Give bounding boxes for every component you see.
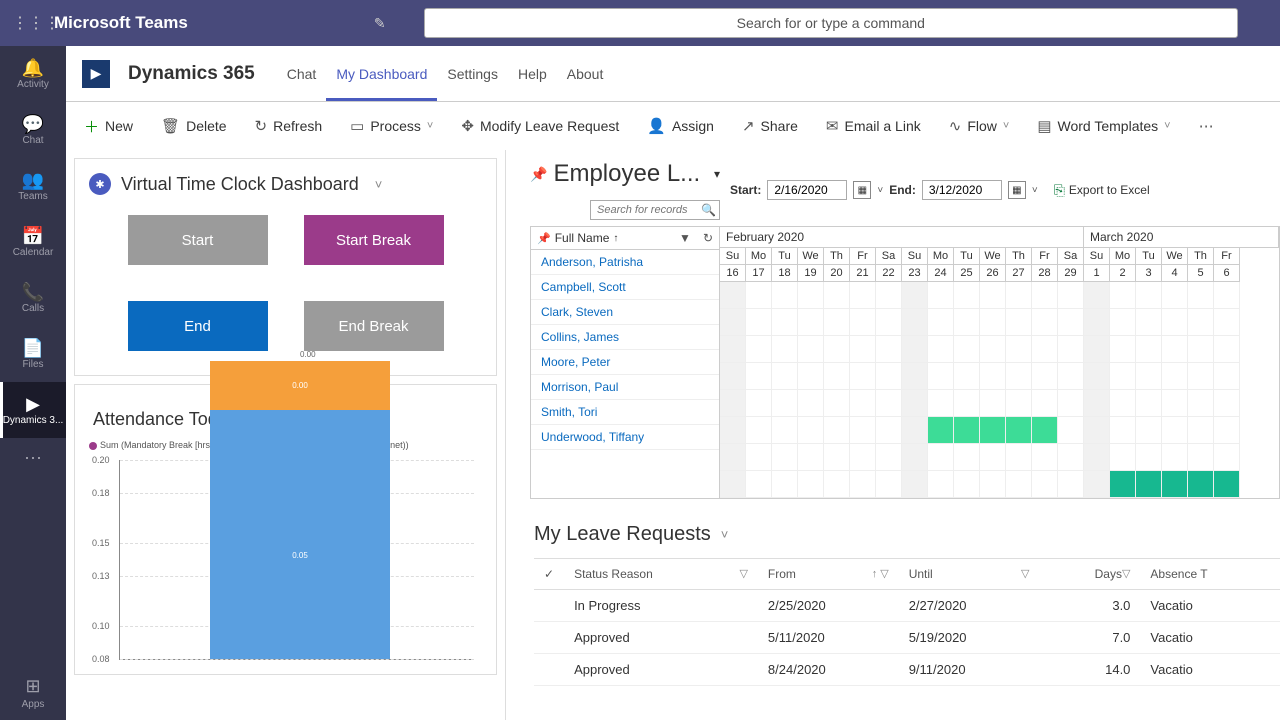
employee-row[interactable]: Underwood, Tiffany xyxy=(531,425,719,450)
tab-my-dashboard[interactable]: My Dashboard xyxy=(326,46,437,101)
more-apps-icon[interactable]: ⋯ xyxy=(14,438,52,479)
rail-item-activity[interactable]: 🔔Activity xyxy=(0,46,66,102)
rail-icon: 📅 xyxy=(22,227,44,245)
left-rail: 🔔Activity💬Chat👥Teams📅Calendar📞Calls📄File… xyxy=(0,46,66,720)
time-clock-title: Virtual Time Clock Dashboard xyxy=(121,174,359,195)
rail-item-dynamics[interactable]: ▶Dynamics 3... xyxy=(0,382,66,438)
calendar-icon[interactable]: ▦ xyxy=(1008,181,1026,199)
apps-button[interactable]: ⊞Apps xyxy=(12,666,55,720)
pin-icon[interactable]: 📌 xyxy=(530,166,547,183)
search-input[interactable]: Search for or type a command xyxy=(424,8,1238,38)
chevron-down-icon[interactable]: ˅ xyxy=(375,177,383,192)
content-area: ▶ Dynamics 365 ChatMy DashboardSettingsH… xyxy=(66,46,1280,720)
chevron-down-icon[interactable]: ˅ xyxy=(1032,185,1038,196)
start-button[interactable]: Start xyxy=(128,215,268,265)
assign-button[interactable]: 👤Assign xyxy=(647,117,714,135)
modify-leave-button[interactable]: ✥Modify Leave Request xyxy=(461,117,619,135)
attendance-chart: 0.200.180.150.130.100.080.050.000.00 xyxy=(119,460,474,660)
d365-bar: ▶ Dynamics 365 ChatMy DashboardSettingsH… xyxy=(66,46,1280,102)
flow-button[interactable]: ∿Flow˅ xyxy=(949,117,1010,135)
employee-row[interactable]: Morrison, Paul xyxy=(531,375,719,400)
end-break-button[interactable]: End Break xyxy=(304,301,444,351)
rail-icon: 📞 xyxy=(22,283,44,301)
employee-list-header[interactable]: 📌 Full Name ↑ ▼ ↻ xyxy=(531,227,719,250)
new-button[interactable]: ＋New xyxy=(84,116,133,137)
refresh-icon[interactable]: ↻ xyxy=(703,231,713,245)
share-button[interactable]: ↗Share xyxy=(742,117,798,135)
end-button[interactable]: End xyxy=(128,301,268,351)
rail-icon: 🔔 xyxy=(22,59,44,77)
select-all-checkbox[interactable]: ✓ xyxy=(534,559,564,590)
rail-icon: 📄 xyxy=(22,339,44,357)
leave-requests-table: ✓ Status Reason▽ From↑ ▽ Until▽ Days▽ Ab… xyxy=(534,558,1280,686)
rail-item-teams[interactable]: 👥Teams xyxy=(0,158,66,214)
col-absence[interactable]: Absence T xyxy=(1140,559,1280,590)
rail-icon: 👥 xyxy=(22,171,44,189)
col-status[interactable]: Status Reason▽ xyxy=(564,559,758,590)
refresh-button[interactable]: ↻Refresh xyxy=(255,117,323,135)
command-bar: ＋New 🗑Delete ↻Refresh ▭Process˅ ✥Modify … xyxy=(66,102,1280,150)
rail-icon: ▶ xyxy=(26,395,40,413)
rail-item-calls[interactable]: 📞Calls xyxy=(0,270,66,326)
employee-row[interactable]: Moore, Peter xyxy=(531,350,719,375)
employee-view-title[interactable]: Employee L... xyxy=(553,160,708,188)
employee-row[interactable]: Collins, James xyxy=(531,325,719,350)
attendance-card: Attendance Today Sum (Mandatory Break [h… xyxy=(74,384,497,675)
filter-icon[interactable]: ▼ xyxy=(679,231,691,245)
teams-header: ⋮⋮⋮ Microsoft Teams ✎ Search for or type… xyxy=(0,0,1280,46)
start-date-input[interactable] xyxy=(767,180,847,200)
app-title: Microsoft Teams xyxy=(54,13,188,33)
d365-tabs: ChatMy DashboardSettingsHelpAbout xyxy=(277,46,614,101)
d365-logo-icon: ▶ xyxy=(82,60,110,88)
pin-icon: 📌 xyxy=(537,232,551,245)
start-break-button[interactable]: Start Break xyxy=(304,215,444,265)
col-from[interactable]: From↑ ▽ xyxy=(758,559,899,590)
chevron-down-icon: ˅ xyxy=(721,527,729,542)
delete-button[interactable]: 🗑Delete xyxy=(161,117,227,135)
start-label: Start: xyxy=(730,183,761,197)
schedule-gantt: February 2020March 2020SuMoTuWeThFrSaSuM… xyxy=(720,226,1280,499)
tab-settings[interactable]: Settings xyxy=(437,46,508,101)
leave-row[interactable]: Approved8/24/20209/11/202014.0Vacatio xyxy=(534,654,1280,686)
end-date-input[interactable] xyxy=(922,180,1002,200)
rail-item-chat[interactable]: 💬Chat xyxy=(0,102,66,158)
leave-row[interactable]: In Progress2/25/20202/27/20203.0Vacatio xyxy=(534,590,1280,622)
clock-icon: ✱ xyxy=(89,173,111,195)
left-column: ✱ Virtual Time Clock Dashboard ˅ Start S… xyxy=(66,150,506,720)
employee-row[interactable]: Clark, Steven xyxy=(531,300,719,325)
compose-icon[interactable]: ✎ xyxy=(374,15,386,32)
employee-row[interactable]: Campbell, Scott xyxy=(531,275,719,300)
process-button[interactable]: ▭Process˅ xyxy=(350,117,433,135)
chevron-down-icon[interactable]: ˅ xyxy=(877,185,883,196)
rail-icon: 💬 xyxy=(22,115,44,133)
email-link-button[interactable]: ✉Email a Link xyxy=(826,117,921,135)
col-days[interactable]: Days▽ xyxy=(1039,559,1140,590)
chevron-down-icon[interactable]: ▾ xyxy=(714,167,720,181)
more-commands-button[interactable]: ⋯ xyxy=(1199,117,1214,135)
d365-app-name: Dynamics 365 xyxy=(128,63,255,85)
employee-row[interactable]: Smith, Tori xyxy=(531,400,719,425)
rail-item-calendar[interactable]: 📅Calendar xyxy=(0,214,66,270)
time-clock-card: ✱ Virtual Time Clock Dashboard ˅ Start S… xyxy=(74,158,497,376)
leave-requests-title[interactable]: My Leave Requests˅ xyxy=(534,523,1280,546)
search-icon[interactable]: 🔍 xyxy=(701,203,716,217)
sort-asc-icon: ↑ xyxy=(613,233,618,244)
col-until[interactable]: Until▽ xyxy=(899,559,1040,590)
leave-row[interactable]: Approved5/11/20205/19/20207.0Vacatio xyxy=(534,622,1280,654)
employee-list: 📌 Full Name ↑ ▼ ↻ Anderson, PatrishaCamp… xyxy=(530,226,720,499)
right-column: 📌 Employee L... ▾ 🔍 Start: xyxy=(506,150,1280,720)
word-templates-button[interactable]: ▤Word Templates˅ xyxy=(1037,117,1170,135)
calendar-icon[interactable]: ▦ xyxy=(853,181,871,199)
apps-grid-icon[interactable]: ⋮⋮⋮ xyxy=(12,13,36,33)
leave-requests-section: My Leave Requests˅ ✓ Status Reason▽ From… xyxy=(506,499,1280,686)
tab-help[interactable]: Help xyxy=(508,46,557,101)
tab-chat[interactable]: Chat xyxy=(277,46,327,101)
rail-item-files[interactable]: 📄Files xyxy=(0,326,66,382)
tab-about[interactable]: About xyxy=(557,46,614,101)
export-excel-button[interactable]: ⎘Export to Excel xyxy=(1054,182,1150,199)
employee-row[interactable]: Anderson, Patrisha xyxy=(531,250,719,275)
end-label: End: xyxy=(889,183,916,197)
